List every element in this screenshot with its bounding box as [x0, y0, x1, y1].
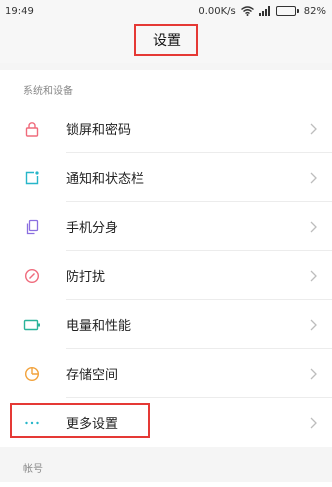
- dual-phone-icon: [23, 218, 41, 236]
- settings-item-label: 手机分身: [66, 221, 119, 236]
- settings-item-6[interactable]: 存储空间: [0, 349, 332, 398]
- section-label-account: 帐号: [23, 464, 43, 475]
- account-card: [0, 482, 332, 487]
- wifi-icon: [240, 6, 254, 16]
- page-title: 设置: [134, 23, 198, 56]
- do-not-disturb-icon: [23, 267, 41, 285]
- settings-item-4[interactable]: 防打扰: [0, 251, 332, 300]
- chevron-right-icon: [308, 171, 318, 185]
- signal-icon: [258, 6, 271, 16]
- network-speed: 0.00K/s: [198, 5, 236, 17]
- settings-item-1[interactable]: 锁屏和密码: [0, 104, 332, 153]
- status-right: 0.00K/s 82%: [198, 6, 326, 17]
- settings-item-2[interactable]: 通知和状态栏: [0, 153, 332, 202]
- title-bar: 设置: [0, 22, 332, 63]
- settings-item-7[interactable]: 更多设置: [0, 398, 332, 447]
- settings-item-label: 更多设置: [66, 417, 119, 432]
- battery-icon: [23, 316, 41, 334]
- battery-icon: [275, 6, 299, 16]
- settings-item-label: 电量和性能: [66, 319, 132, 334]
- section-header-system: 系统和设备: [0, 70, 332, 104]
- battery-percent: 82%: [303, 5, 326, 17]
- more-icon: [23, 414, 41, 432]
- status-time: 19:49: [5, 5, 34, 17]
- settings-item-label: 锁屏和密码: [66, 123, 132, 138]
- lock-icon: [23, 120, 41, 138]
- chevron-right-icon: [308, 122, 318, 136]
- notification-icon: [23, 169, 41, 187]
- settings-item-label: 存储空间: [66, 368, 119, 383]
- settings-item-5[interactable]: 电量和性能: [0, 300, 332, 349]
- storage-icon: [23, 365, 41, 383]
- chevron-right-icon: [308, 367, 318, 381]
- status-bar: 19:49 0.00K/s 82%: [0, 0, 332, 22]
- settings-item-label: 通知和状态栏: [66, 172, 145, 187]
- settings-item-label: 防打扰: [66, 270, 106, 285]
- chevron-right-icon: [308, 318, 318, 332]
- settings-list: 锁屏和密码通知和状态栏 手机分身防打扰电量和性能存储空间更多设置: [0, 104, 332, 447]
- chevron-right-icon: [308, 269, 318, 283]
- settings-item-3[interactable]: 手机分身: [0, 202, 332, 251]
- section-label-system: 系统和设备: [23, 86, 73, 97]
- chevron-right-icon: [308, 220, 318, 234]
- chevron-right-icon: [308, 416, 318, 430]
